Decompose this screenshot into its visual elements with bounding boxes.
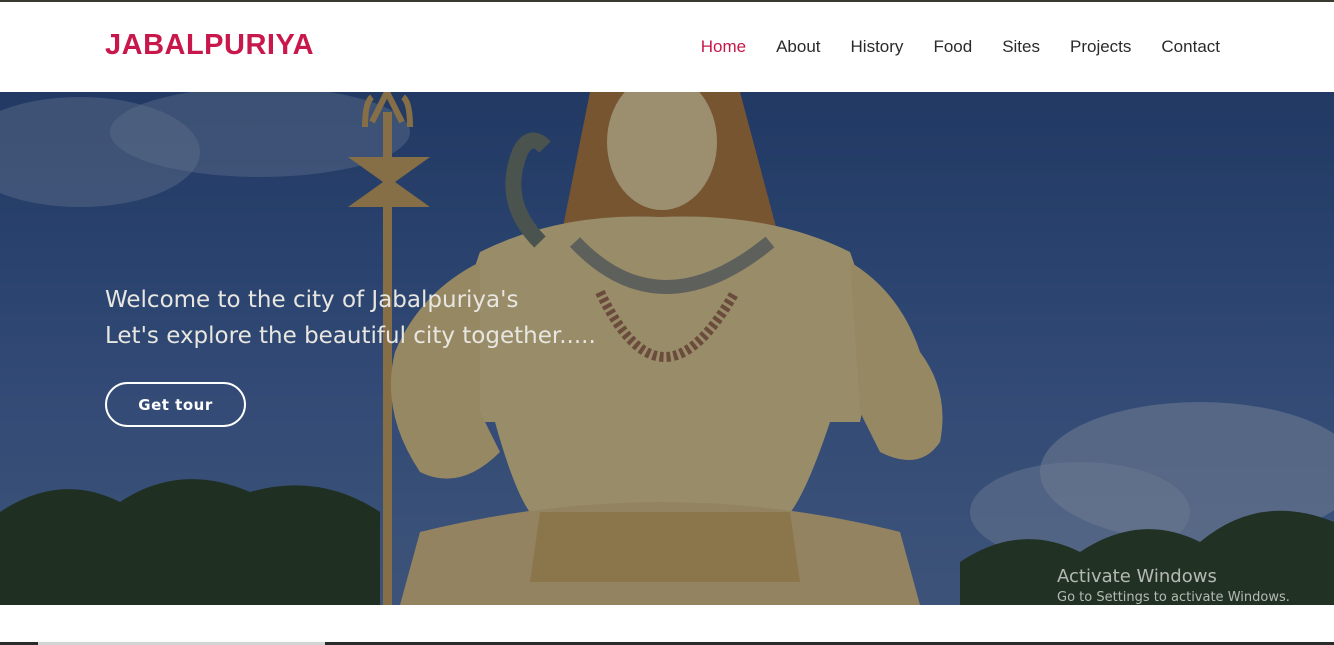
get-tour-button[interactable]: Get tour [105,382,246,427]
hero-section: Welcome to the city of Jabalpuriya's Let… [0,92,1334,605]
nav-home[interactable]: Home [701,37,746,57]
nav-projects[interactable]: Projects [1070,37,1131,57]
nav-sites[interactable]: Sites [1002,37,1040,57]
activate-windows-watermark: Activate Windows Go to Settings to activ… [1057,566,1290,605]
hero-line-1: Welcome to the city of Jabalpuriya's [105,287,519,313]
nav-history[interactable]: History [851,37,904,57]
site-logo[interactable]: JABALPURIYA [105,29,314,62]
watermark-subtitle: Go to Settings to activate Windows. [1057,590,1290,605]
nav-food[interactable]: Food [933,37,972,57]
site-header: JABALPURIYA Home About History Food Site… [0,2,1334,92]
nav-contact[interactable]: Contact [1161,37,1220,57]
hero-text: Welcome to the city of Jabalpuriya's Let… [105,282,596,354]
nav-about[interactable]: About [776,37,820,57]
main-nav: Home About History Food Sites Projects C… [701,37,1220,57]
watermark-title: Activate Windows [1057,566,1217,587]
hero-line-2: Let's explore the beautiful city togethe… [105,323,596,349]
